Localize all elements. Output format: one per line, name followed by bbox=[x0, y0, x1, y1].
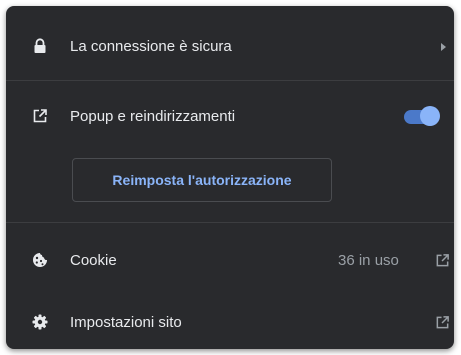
site-info-panel: La connessione è sicura Popup e reindiri… bbox=[6, 6, 454, 349]
connection-label: La connessione è sicura bbox=[70, 37, 232, 55]
open-in-new-icon bbox=[32, 108, 48, 124]
open-in-new-icon bbox=[434, 252, 450, 268]
popups-toggle[interactable] bbox=[404, 106, 440, 126]
connection-row[interactable]: La connessione è sicura bbox=[6, 18, 454, 74]
site-settings-row[interactable]: Impostazioni sito bbox=[6, 294, 454, 349]
divider bbox=[6, 222, 454, 223]
popups-row: Popup e reindirizzamenti bbox=[6, 88, 454, 144]
cookie-icon bbox=[32, 252, 48, 268]
chevron-right-icon bbox=[438, 40, 448, 52]
cookies-row[interactable]: Cookie 36 in uso bbox=[6, 232, 454, 288]
popups-label: Popup e reindirizzamenti bbox=[70, 107, 236, 125]
site-settings-label: Impostazioni sito bbox=[70, 313, 182, 331]
open-in-new-icon bbox=[434, 314, 450, 330]
cookies-label: Cookie bbox=[70, 251, 117, 269]
gear-icon bbox=[32, 314, 48, 330]
reset-permission-button[interactable]: Reimposta l'autorizzazione bbox=[72, 158, 332, 202]
cookies-usage: 36 in uso bbox=[338, 251, 399, 269]
divider bbox=[6, 80, 454, 81]
toggle-knob bbox=[420, 106, 440, 126]
lock-icon bbox=[32, 38, 48, 54]
